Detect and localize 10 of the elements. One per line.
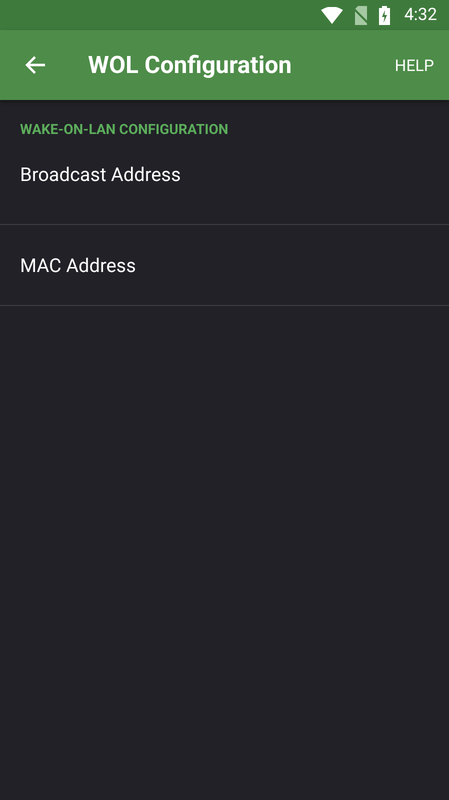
help-button[interactable]: HELP [386, 48, 449, 82]
back-arrow-icon [24, 55, 46, 75]
screen-title: WOL Configuration [88, 51, 293, 79]
wifi-icon [321, 6, 344, 24]
preference-item[interactable]: MAC Address [0, 225, 449, 306]
no-sim-icon [353, 6, 370, 24]
clock: 4:32 [404, 5, 437, 25]
section-header: WAKE-ON-LAN CONFIGURATION [19, 121, 230, 140]
preference-item[interactable]: Broadcast Address [0, 143, 449, 225]
battery-charging-icon [379, 6, 390, 24]
